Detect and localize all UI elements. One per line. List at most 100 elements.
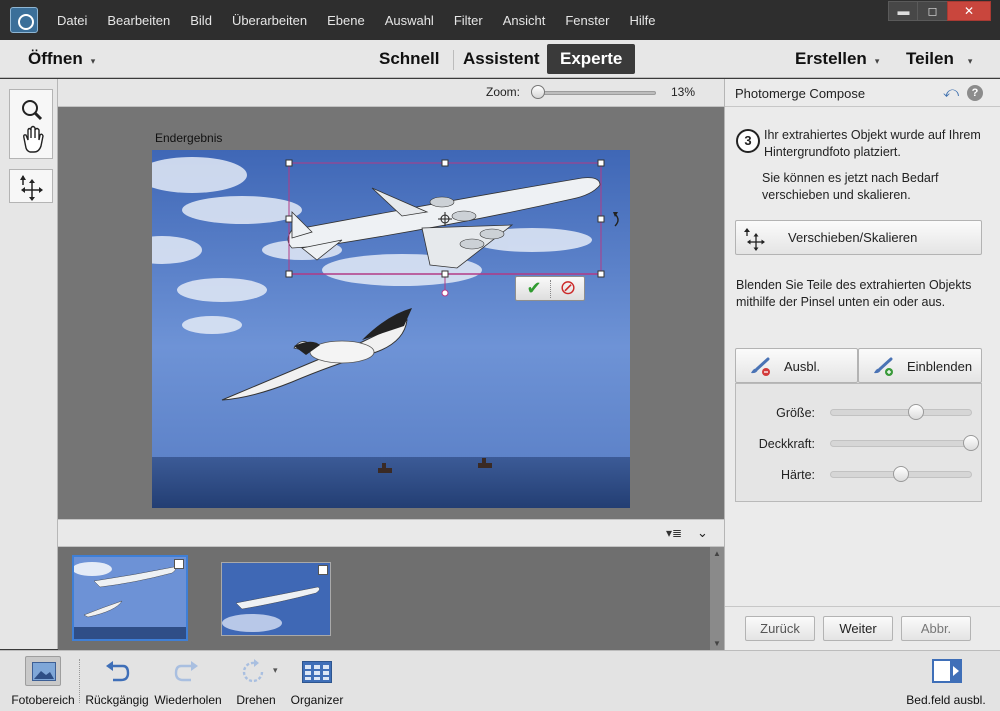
taskbar-separator	[79, 659, 80, 703]
undo-icon	[106, 661, 130, 682]
size-slider[interactable]	[830, 409, 972, 416]
photo-bin: ▲ ▼	[58, 547, 724, 650]
organizer-label: Organizer	[290, 693, 344, 707]
transform-commit-bar: ✔ ⊘	[515, 276, 585, 301]
canvas-area[interactable]: Endergebnis ✔ ⊘	[58, 107, 724, 519]
rotate-dropdown-icon[interactable]: ▾	[273, 665, 278, 676]
photo-bin-toggle[interactable]: Fotobereich	[6, 651, 80, 711]
mode-schnell[interactable]: Schnell	[379, 44, 439, 74]
organizer-button[interactable]: Organizer	[288, 651, 346, 711]
size-label: Größe:	[776, 406, 815, 420]
panel-title: Photomerge Compose	[735, 86, 866, 101]
hide-brush-label: Ausbl.	[784, 359, 821, 374]
tool-panel	[0, 79, 58, 649]
zoom-tool-icon[interactable]	[22, 100, 43, 121]
open-label: Öffnen	[28, 49, 83, 68]
menu-fenster[interactable]: Fenster	[565, 13, 609, 28]
back-button[interactable]: Zurück	[745, 616, 815, 641]
menu-ansicht[interactable]: Ansicht	[503, 13, 546, 28]
panel-toggle-button[interactable]: Bed.feld ausbl.	[896, 651, 996, 711]
menu-bearbeiten[interactable]: Bearbeiten	[107, 13, 170, 28]
canvas-caption: Endergebnis	[155, 131, 223, 145]
show-brush-icon	[874, 357, 893, 376]
menu-ebene[interactable]: Ebene	[327, 13, 365, 28]
brush-settings-box: Größe: Deckkraft: Härte:	[735, 383, 982, 502]
bin-options-icon[interactable]: ▾≣	[666, 526, 682, 540]
photomerge-panel: Photomerge Compose ⤺ ? 3 Ihr extrahierte…	[724, 79, 1000, 650]
create-button[interactable]: Erstellen ▾	[795, 44, 879, 74]
view-tools-group	[9, 89, 53, 159]
bottom-taskbar: Fotobereich Rückgängig Wiederholen ▾ Dre…	[0, 650, 1000, 711]
zoom-slider-knob[interactable]	[531, 85, 545, 99]
confirm-check-icon[interactable]: ✔	[520, 278, 548, 299]
undo-button[interactable]: Rückgängig	[82, 651, 152, 711]
hide-brush-icon	[751, 357, 770, 376]
step-instruction: Sie können es jetzt nach Bedarf verschie…	[762, 171, 939, 202]
mode-assistent[interactable]: Assistent	[463, 44, 540, 74]
size-slider-knob[interactable]	[908, 404, 924, 420]
thumbnail-badge-icon	[318, 565, 328, 575]
maximize-button[interactable]: ◻	[917, 1, 948, 21]
rotate-icon	[242, 659, 264, 683]
menu-filter[interactable]: Filter	[454, 13, 483, 28]
hardness-slider-knob[interactable]	[893, 466, 909, 482]
thumbnail-composite-image	[72, 557, 186, 639]
menu-ueberarbeiten[interactable]: Überarbeiten	[232, 13, 307, 28]
thumbnail-badge-icon	[174, 559, 184, 569]
hide-brush-tab[interactable]: Ausbl.	[735, 348, 858, 383]
thumbnail-airplane-image	[222, 563, 330, 635]
brush-hint: Blenden Sie Teile des extrahierten Objek…	[736, 278, 972, 309]
close-window-button[interactable]: ✕	[947, 1, 991, 21]
organizer-icon	[302, 661, 332, 683]
redo-label: Wiederholen	[154, 693, 222, 707]
rotate-label: Drehen	[236, 693, 276, 707]
photo-bin-icon	[25, 656, 61, 686]
move-scale-button[interactable]: Verschieben/Skalieren	[735, 220, 982, 255]
view-tools-svg	[22, 100, 44, 153]
photo-bin-scrollbar[interactable]: ▲ ▼	[710, 547, 724, 650]
menu-auswahl[interactable]: Auswahl	[385, 13, 434, 28]
composite-image[interactable]	[152, 150, 630, 508]
cancel-transform-icon[interactable]: ⊘	[554, 277, 582, 299]
panel-toggle-label: Bed.feld ausbl.	[906, 693, 986, 707]
zoom-label: Zoom:	[486, 85, 521, 99]
cancel-button[interactable]: Abbr.	[901, 616, 971, 641]
show-brush-tab[interactable]: Einblenden	[858, 348, 982, 383]
move-tool-icon[interactable]	[10, 170, 54, 204]
menu-bild[interactable]: Bild	[190, 13, 212, 28]
share-button[interactable]: Teilen ▾	[906, 44, 972, 74]
title-bar: Datei Bearbeiten Bild Überarbeiten Ebene…	[0, 0, 1000, 40]
share-dropdown-icon: ▾	[967, 56, 973, 66]
menu-datei[interactable]: Datei	[57, 13, 87, 28]
show-brush-label: Einblenden	[907, 359, 973, 374]
zoom-bar: Zoom: 13%	[58, 79, 724, 107]
opacity-label: Deckkraft:	[758, 437, 815, 451]
zoom-slider[interactable]	[534, 91, 656, 95]
opacity-slider-knob[interactable]	[963, 435, 979, 451]
redo-icon	[174, 661, 198, 682]
thumbnail-airplane[interactable]	[221, 562, 331, 636]
redo-button[interactable]: Wiederholen	[152, 651, 224, 711]
app-logo-icon[interactable]	[10, 7, 38, 33]
panel-header: Photomerge Compose ⤺ ?	[725, 79, 1000, 107]
move-tool-group	[9, 169, 53, 203]
hand-tool-icon[interactable]	[23, 125, 44, 153]
move-scale-label: Verschieben/Skalieren	[788, 230, 918, 245]
mode-bar: Öffnen ▾ Schnell Assistent Experte Erstel…	[0, 40, 1000, 78]
menu-hilfe[interactable]: Hilfe	[629, 13, 655, 28]
minimize-button[interactable]: ▬	[888, 1, 919, 21]
open-button[interactable]: Öffnen ▾	[28, 44, 95, 74]
mode-experte[interactable]: Experte	[547, 44, 636, 74]
help-icon[interactable]: ?	[967, 85, 983, 101]
opacity-slider[interactable]	[830, 440, 972, 447]
collapse-bin-icon[interactable]: ⌄	[697, 525, 708, 541]
sea	[152, 457, 630, 508]
panel-toggle-icon	[932, 659, 962, 683]
panel-footer-divider	[725, 606, 1000, 607]
reset-panel-icon[interactable]: ⤺	[943, 84, 959, 101]
open-dropdown-icon: ▾	[90, 56, 96, 66]
next-button[interactable]: Weiter	[823, 616, 893, 641]
thumbnail-composite[interactable]	[72, 555, 188, 641]
rotate-button[interactable]: ▾ Drehen	[228, 651, 284, 711]
hardness-label: Härte:	[780, 468, 815, 482]
